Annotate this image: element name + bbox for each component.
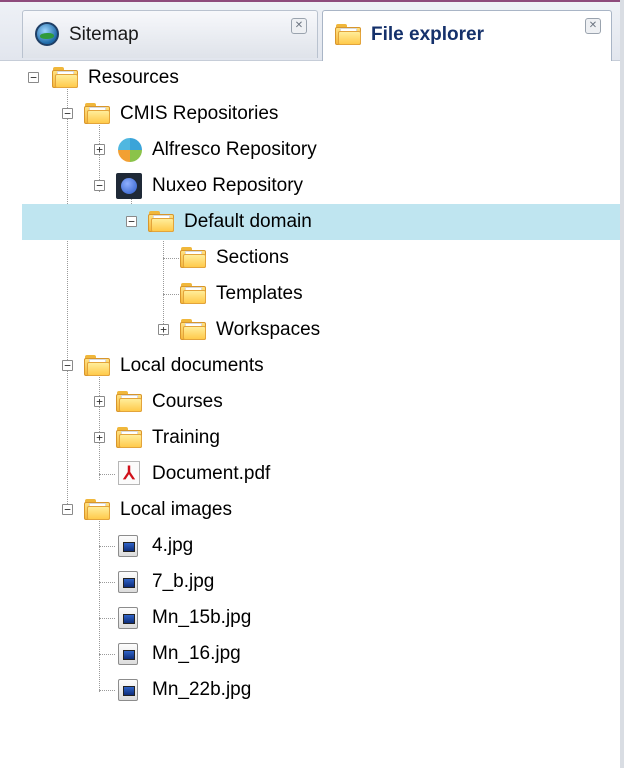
collapse-icon[interactable]: − xyxy=(28,72,39,83)
tab-sitemap-label: Sitemap xyxy=(69,24,139,45)
tree-node-local-documents[interactable]: − Local documents xyxy=(22,348,620,384)
tree-node-image-file[interactable]: Mn_15b.jpg xyxy=(22,600,620,636)
tab-file-explorer[interactable]: File explorer ✕ xyxy=(322,10,612,61)
folder-icon xyxy=(84,354,110,376)
tree-node-courses[interactable]: + Courses xyxy=(22,384,620,420)
collapse-icon[interactable]: − xyxy=(62,108,73,119)
tree-node-label: Local documents xyxy=(120,355,264,376)
tree-node-document-pdf[interactable]: ⅄ Document.pdf xyxy=(22,456,620,492)
image-file-icon xyxy=(118,607,138,629)
tree-node-label: Document.pdf xyxy=(152,463,271,484)
image-file-icon xyxy=(118,535,138,557)
nuxeo-logo-icon xyxy=(116,173,142,199)
image-file-icon xyxy=(118,643,138,665)
close-icon[interactable]: ✕ xyxy=(291,18,307,34)
folder-icon xyxy=(180,246,206,268)
folder-icon xyxy=(84,498,110,520)
tree-node-nuxeo-repository[interactable]: − Nuxeo Repository xyxy=(22,168,620,204)
tab-bar: Sitemap ✕ File explorer ✕ xyxy=(0,2,620,61)
tree-node-image-file[interactable]: Mn_22b.jpg xyxy=(22,672,620,708)
collapse-icon[interactable]: − xyxy=(126,216,137,227)
pdf-file-icon: ⅄ xyxy=(118,461,140,485)
tree-node-image-file[interactable]: 7_b.jpg xyxy=(22,564,620,600)
tree-node-label: Workspaces xyxy=(216,319,321,340)
tree-node-local-images[interactable]: − Local images xyxy=(22,492,620,528)
folder-icon xyxy=(148,210,174,232)
tree-node-workspaces[interactable]: + Workspaces xyxy=(22,312,620,348)
tree-node-label: 7_b.jpg xyxy=(152,571,215,592)
tree-node-label: Default domain xyxy=(184,211,312,232)
tree-node-label: Templates xyxy=(216,283,303,304)
tree-node-label: Alfresco Repository xyxy=(152,139,317,160)
image-file-icon xyxy=(118,571,138,593)
expand-icon[interactable]: + xyxy=(94,396,105,407)
right-scroll-edge xyxy=(620,0,624,768)
tree-node-resources[interactable]: − Resources xyxy=(22,60,620,96)
image-file-icon xyxy=(118,679,138,701)
tree-node-label: Mn_15b.jpg xyxy=(152,607,252,628)
folder-icon xyxy=(116,426,142,448)
tree-node-image-file[interactable]: 4.jpg xyxy=(22,528,620,564)
tree-node-label: Mn_22b.jpg xyxy=(152,679,252,700)
tree-node-image-file[interactable]: Mn_16.jpg xyxy=(22,636,620,672)
tree-node-label: Mn_16.jpg xyxy=(152,643,241,664)
tree-node-label: 4.jpg xyxy=(152,535,194,556)
tab-sitemap[interactable]: Sitemap ✕ xyxy=(22,10,318,58)
collapse-icon[interactable]: − xyxy=(62,360,73,371)
expand-icon[interactable]: + xyxy=(94,144,105,155)
tree-node-templates[interactable]: Templates xyxy=(22,276,620,312)
tree-node-label: Nuxeo Repository xyxy=(152,175,304,196)
close-icon[interactable]: ✕ xyxy=(585,18,601,34)
tab-file-explorer-label: File explorer xyxy=(371,24,484,45)
folder-icon xyxy=(116,390,142,412)
tree-node-label: Resources xyxy=(88,67,179,88)
tree-node-alfresco-repository[interactable]: + Alfresco Repository xyxy=(22,132,620,168)
file-tree: − Resources − CMIS Repositories + Alfres… xyxy=(0,60,620,768)
folder-icon xyxy=(180,282,206,304)
tree-node-label: Sections xyxy=(216,247,289,268)
collapse-icon[interactable]: − xyxy=(62,504,73,515)
tree-node-label: Training xyxy=(152,427,220,448)
tree-node-cmis-repositories[interactable]: − CMIS Repositories xyxy=(22,96,620,132)
tree-node-label: CMIS Repositories xyxy=(120,103,279,124)
tree-node-sections[interactable]: Sections xyxy=(22,240,620,276)
folder-icon xyxy=(52,66,78,88)
folder-icon xyxy=(335,23,361,45)
alfresco-logo-icon xyxy=(118,138,142,162)
folder-icon xyxy=(180,318,206,340)
tree-node-training[interactable]: + Training xyxy=(22,420,620,456)
tree-node-default-domain[interactable]: − Default domain xyxy=(22,204,620,240)
collapse-icon[interactable]: − xyxy=(94,180,105,191)
tree-node-label: Local images xyxy=(120,499,232,520)
folder-icon xyxy=(84,102,110,124)
tree-node-label: Courses xyxy=(152,391,223,412)
globe-icon xyxy=(35,22,59,46)
expand-icon[interactable]: + xyxy=(94,432,105,443)
expand-icon[interactable]: + xyxy=(158,324,169,335)
